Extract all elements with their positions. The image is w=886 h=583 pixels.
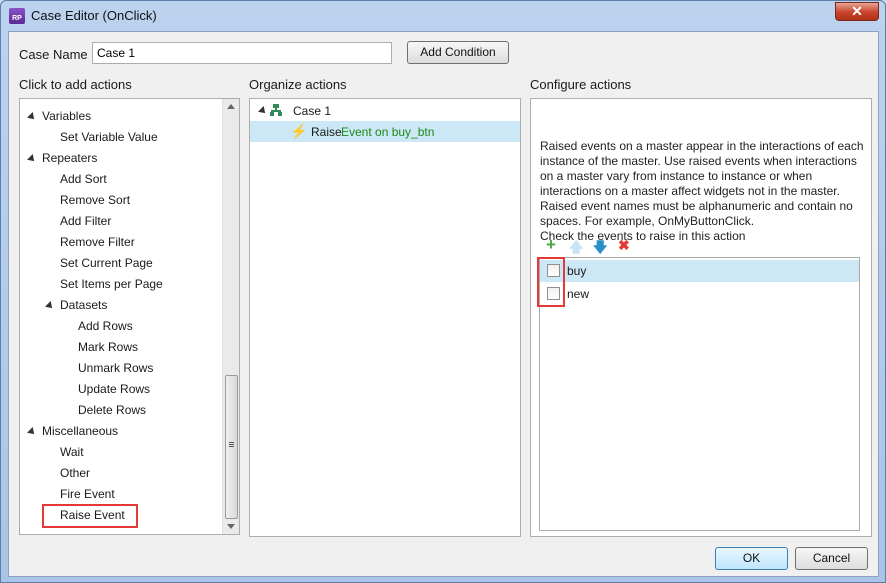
actions-tree-scrollbar[interactable] [222, 99, 239, 534]
grip-icon [229, 442, 234, 443]
collapse-triangle-icon[interactable] [45, 301, 55, 311]
raise-event-highlight-box [42, 504, 138, 528]
action-item-update-rows[interactable]: Update Rows [20, 379, 220, 400]
action-item-label: Wait [60, 445, 84, 459]
action-item-set-variable-value[interactable]: Set Variable Value [20, 127, 220, 148]
action-item-remove-sort[interactable]: Remove Sort [20, 190, 220, 211]
action-row-selected[interactable]: ⚡ Raise Event on buy_btn [250, 121, 520, 142]
action-item-label: Other [60, 466, 91, 480]
action-item-label: Remove Sort [60, 193, 131, 207]
scroll-down-arrow-icon[interactable] [227, 524, 235, 529]
action-item-label: Fire Event [60, 487, 115, 501]
action-item-label: Update Rows [78, 382, 151, 396]
action-item-label: Unmark Rows [78, 361, 154, 375]
scroll-up-arrow-icon[interactable] [227, 104, 235, 109]
right-panel-heading: Configure actions [530, 77, 632, 92]
case-editor-window: RP Case Editor (OnClick) ✕ Case Name Add… [0, 0, 886, 583]
action-item-label: Remove Filter [60, 235, 135, 249]
case-label[interactable]: Case 1 [293, 104, 331, 118]
action-item-mark-rows[interactable]: Mark Rows [20, 337, 220, 358]
title-bar[interactable]: RP Case Editor (OnClick) ✕ [1, 1, 885, 31]
action-item-label: Mark Rows [78, 340, 139, 354]
action-item-label: Add Sort [60, 172, 107, 186]
collapse-triangle-icon[interactable] [258, 106, 268, 116]
action-item-label: Datasets [60, 298, 108, 312]
action-item-label: Add Rows [78, 319, 133, 333]
action-item-add-sort[interactable]: Add Sort [20, 169, 220, 190]
case-name-input[interactable] [92, 42, 392, 64]
action-item-miscellaneous[interactable]: Miscellaneous [20, 421, 220, 442]
ok-button[interactable]: OK [715, 547, 788, 570]
description-paragraph: Raised event names must be alphanumeric … [540, 199, 853, 228]
action-item-remove-filter[interactable]: Remove Filter [20, 232, 220, 253]
action-detail: Event on buy_btn [341, 125, 435, 139]
dialog-client-area: Case Name Add Condition Click to add act… [8, 31, 879, 577]
event-name-buy: buy [567, 264, 587, 278]
scroll-thumb[interactable] [225, 375, 238, 519]
action-item-set-current-page[interactable]: Set Current Page [20, 253, 220, 274]
case-name-label: Case Name [19, 47, 88, 62]
collapse-triangle-icon[interactable] [27, 154, 37, 164]
collapse-triangle-icon[interactable] [27, 112, 37, 122]
action-item-delete-rows[interactable]: Delete Rows [20, 400, 220, 421]
action-item-label: Delete Rows [78, 403, 147, 417]
action-item-set-items-per-page[interactable]: Set Items per Page [20, 274, 220, 295]
left-panel-heading: Click to add actions [19, 77, 132, 92]
action-item-label: Set Variable Value [60, 130, 158, 144]
events-list: buy new [539, 257, 860, 531]
action-item-add-rows[interactable]: Add Rows [20, 316, 220, 337]
description-paragraph: Check the events to raise in this action [540, 229, 746, 243]
action-item-label: Set Current Page [60, 256, 153, 270]
middle-panel-heading: Organize actions [249, 77, 347, 92]
description-paragraph: Raised events on a master appear in the … [540, 139, 864, 198]
action-item-wait[interactable]: Wait [20, 442, 220, 463]
action-item-label: Set Items per Page [60, 277, 163, 291]
cancel-button[interactable]: Cancel [795, 547, 868, 570]
action-item-add-filter[interactable]: Add Filter [20, 211, 220, 232]
action-item-label: Repeaters [42, 151, 98, 165]
action-item-label: Miscellaneous [42, 424, 119, 438]
organize-actions-panel: Case 1 ⚡ Raise Event on buy_btn [249, 98, 521, 537]
add-icon[interactable]: + [546, 235, 556, 255]
action-verb: Raise [311, 125, 342, 139]
event-row-buy[interactable]: buy [540, 260, 859, 282]
window-title: Case Editor (OnClick) [31, 8, 157, 23]
add-condition-button[interactable]: Add Condition [407, 41, 509, 64]
delete-icon[interactable]: ✖ [618, 237, 630, 254]
action-item-repeaters[interactable]: Repeaters [20, 148, 220, 169]
lightning-icon: ⚡ [290, 123, 308, 139]
action-item-label: Variables [42, 109, 92, 123]
close-button[interactable]: ✕ [835, 2, 879, 21]
action-item-datasets[interactable]: Datasets [20, 295, 220, 316]
checkbox-highlight-box [537, 257, 565, 307]
actions-tree-panel: Variables Set Variable Value Repeaters Add … [19, 98, 240, 535]
axure-rp-icon: RP [9, 8, 25, 24]
event-row-new[interactable]: new [540, 283, 859, 305]
collapse-triangle-icon[interactable] [27, 427, 37, 437]
action-item-fire-event[interactable]: Fire Event [20, 484, 220, 505]
action-item-label: Add Filter [60, 214, 112, 228]
action-item-unmark-rows[interactable]: Unmark Rows [20, 358, 220, 379]
event-name-new: new [567, 287, 590, 301]
action-item-variables[interactable]: Variables [20, 106, 220, 127]
case-tree-icon [270, 104, 282, 116]
action-item-other[interactable]: Other [20, 463, 220, 484]
raised-events-description: Raised events on a master appear in the … [540, 139, 866, 244]
